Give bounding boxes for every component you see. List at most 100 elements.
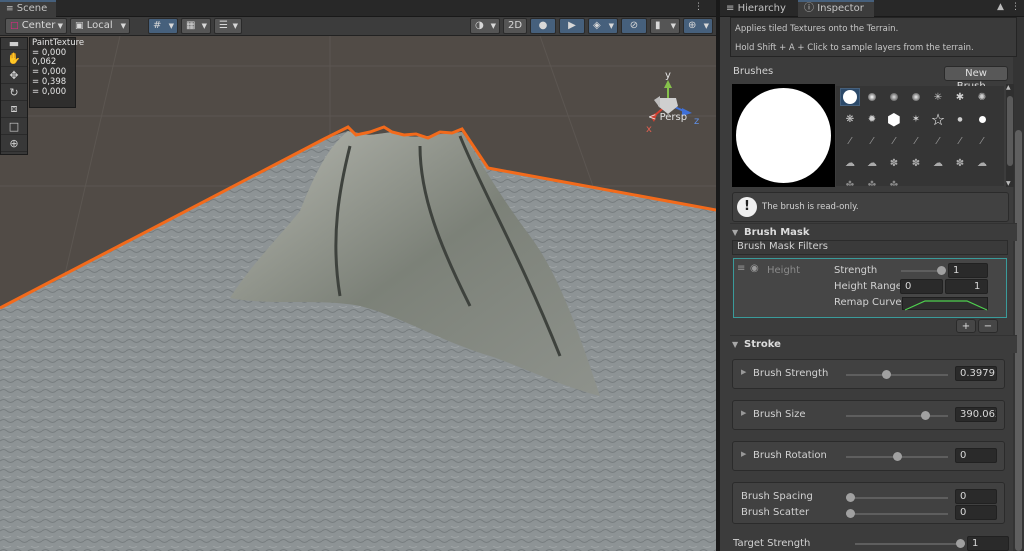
brush-cell[interactable] <box>862 88 882 106</box>
brush-cell[interactable]: ☁ <box>862 154 882 172</box>
brush-cell[interactable]: ⁄ <box>928 132 948 150</box>
rotate-tool-button[interactable]: ↻ <box>1 84 27 101</box>
brush-cell[interactable]: ✹ <box>862 110 882 128</box>
drag-handle[interactable]: ▬ <box>1 37 27 50</box>
height-filter-item[interactable]: ≡ ◉ Height Strength 1 Height Range 0 1 R… <box>733 258 1007 318</box>
brush-cell[interactable]: ✽ <box>950 154 970 172</box>
height-range-max-field[interactable]: 1 <box>945 279 988 294</box>
grid-snapping-toggle[interactable]: # ▼ <box>148 18 178 34</box>
lock-icon[interactable]: ▲ <box>997 2 1004 12</box>
brush-rotation-field[interactable]: 0 <box>955 448 997 463</box>
brush-cell[interactable]: ✤ <box>884 176 904 187</box>
more-options-icon[interactable]: ⋮ <box>1011 2 1020 12</box>
lighting-toggle[interactable]: ● <box>530 18 556 34</box>
stroke-header[interactable]: ▼ Stroke <box>730 335 1017 353</box>
brush-strength-knob[interactable] <box>882 370 891 379</box>
brush-cell[interactable]: ✤ <box>862 176 882 187</box>
foldout-closed-icon[interactable]: ▶ <box>741 450 746 458</box>
brush-size-slider[interactable] <box>846 411 948 420</box>
scroll-down-icon[interactable]: ▼ <box>1006 180 1011 187</box>
foldout-closed-icon[interactable]: ▶ <box>741 409 746 417</box>
brush-rotation-slider[interactable] <box>846 452 948 461</box>
brush-cell[interactable]: ● <box>950 110 970 128</box>
brush-cell[interactable]: ☁ <box>928 154 948 172</box>
tab-hierarchy[interactable]: ≡ Hierarchy <box>720 0 798 17</box>
gizmos-dropdown[interactable]: ⊕ ▼ <box>683 18 713 34</box>
brush-cell[interactable] <box>972 110 992 128</box>
brush-size-field[interactable]: 390.062 <box>955 407 997 422</box>
brush-scatter-knob[interactable] <box>846 509 855 518</box>
brush-scatter-slider[interactable] <box>846 509 948 518</box>
eye-visibility-icon[interactable]: ◉ <box>750 263 759 274</box>
target-strength-field[interactable]: 1 <box>967 536 1009 551</box>
audio-toggle[interactable]: ▶ <box>559 18 585 34</box>
brush-cell[interactable] <box>906 88 926 106</box>
brush-size-knob[interactable] <box>921 411 930 420</box>
brush-cell[interactable]: ✺ <box>972 88 992 106</box>
hidden-objects-toggle[interactable]: ⊘ <box>621 18 647 34</box>
brush-cell[interactable]: ✽ <box>906 154 926 172</box>
reorder-handle-icon[interactable]: ≡ <box>737 263 745 274</box>
camera-settings-dropdown[interactable]: ▮ ▼ <box>650 18 680 34</box>
mask-strength-field[interactable]: 1 <box>948 263 988 278</box>
brush-spacing-slider[interactable] <box>846 493 948 502</box>
snap-increment-button[interactable]: ▦ ▼ <box>181 18 211 34</box>
brush-strength-slider[interactable] <box>846 370 948 379</box>
brush-cell[interactable] <box>884 88 904 106</box>
toggle-2d-button[interactable]: 2D <box>503 18 527 34</box>
brush-cell[interactable]: ☁ <box>972 154 992 172</box>
move-tool-button[interactable]: ✥ <box>1 67 27 84</box>
scale-tool-button[interactable]: ⧈ <box>1 101 27 118</box>
tab-scene[interactable]: ≡ Scene <box>0 0 56 17</box>
tab-inspector[interactable]: ⓘ Inspector <box>798 0 874 17</box>
mask-strength-knob[interactable] <box>937 266 946 275</box>
brush-cell[interactable]: ⁄ <box>972 132 992 150</box>
brush-selection-grid[interactable]: ✳ ✱ ✺ ❋ ✹ ⬢ ✶ ☆ ● ⁄ ⁄ ⁄ ⁄ ⁄ ⁄ ⁄ ☁ ☁ ✽ ✽ … <box>836 86 1004 186</box>
brush-cell[interactable]: ✶ <box>906 110 926 128</box>
brush-grid-scroll-thumb[interactable] <box>1007 96 1013 166</box>
transform-tool-button[interactable]: ⊕ <box>1 135 27 152</box>
brush-mask-header[interactable]: ▼ Brush Mask <box>730 223 1017 241</box>
remap-curve-field[interactable] <box>902 297 988 311</box>
brush-rotation-knob[interactable] <box>893 452 902 461</box>
brush-cell[interactable]: ⁄ <box>840 132 860 150</box>
brush-cell[interactable]: ⁄ <box>884 132 904 150</box>
brush-cell-selected[interactable] <box>840 88 860 106</box>
brush-cell[interactable]: ☁ <box>840 154 860 172</box>
target-strength-knob[interactable] <box>956 539 965 548</box>
brush-cell[interactable]: ☆ <box>928 110 948 129</box>
brush-cell[interactable]: ⁄ <box>906 132 926 150</box>
brush-grid-scrollbar[interactable]: ▲ ▼ <box>1006 84 1014 187</box>
brush-cell[interactable]: ⁄ <box>862 132 882 150</box>
target-strength-slider[interactable] <box>855 539 965 548</box>
brush-cell[interactable]: ✱ <box>950 88 970 106</box>
brush-strength-field[interactable]: 0.3979 <box>955 366 997 381</box>
remove-filter-button[interactable]: − <box>978 319 998 333</box>
add-filter-button[interactable]: + <box>956 319 976 333</box>
rect-tool-button[interactable]: □ <box>1 118 27 135</box>
scene-viewport[interactable]: y x z <box>0 36 716 551</box>
brush-scatter-field[interactable]: 0 <box>955 505 997 520</box>
pivot-mode-dropdown[interactable]: □ Center ▼ <box>5 18 67 34</box>
align-icon: ☰ <box>219 20 228 31</box>
new-brush-button[interactable]: New Brush... <box>944 66 1008 92</box>
height-range-min-field[interactable]: 0 <box>900 279 943 294</box>
scroll-up-icon[interactable]: ▲ <box>1006 84 1011 91</box>
more-options-icon[interactable]: ⋮ <box>694 2 703 12</box>
brush-cell[interactable]: ✤ <box>840 176 860 187</box>
foldout-closed-icon[interactable]: ▶ <box>741 368 746 376</box>
brush-spacing-field[interactable]: 0 <box>955 489 997 504</box>
effects-dropdown[interactable]: ◈ ▼ <box>588 18 618 34</box>
brush-spacing-knob[interactable] <box>846 493 855 502</box>
hand-tool-button[interactable]: ✋ <box>1 50 27 67</box>
brush-cell[interactable]: ⬢ <box>884 110 904 129</box>
draw-mode-dropdown[interactable]: ◑ ▼ <box>470 18 500 34</box>
pivot-rotation-dropdown[interactable]: ▣ Local ▼ <box>70 18 130 34</box>
brush-cell[interactable]: ✽ <box>884 154 904 172</box>
perspective-label[interactable]: < Persp <box>648 112 687 123</box>
brush-cell[interactable]: ⁄ <box>950 132 970 150</box>
brush-cell[interactable]: ✳ <box>928 88 948 106</box>
mask-strength-slider[interactable] <box>901 266 946 275</box>
align-button[interactable]: ☰ ▼ <box>214 18 242 34</box>
brush-cell[interactable]: ❋ <box>840 110 860 128</box>
